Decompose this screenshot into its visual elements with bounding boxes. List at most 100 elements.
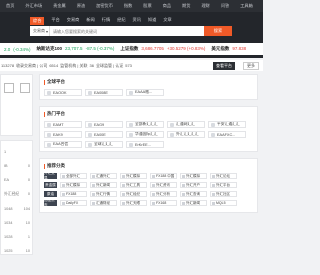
category-chip[interactable]: DailyFX [60, 200, 87, 206]
nav-item[interactable]: 加密货币 [96, 3, 113, 9]
more-button[interactable]: 更多 [243, 62, 259, 70]
broker-chip[interactable]: 华通国际汇汇 [126, 131, 164, 138]
broker-chip[interactable]: ErKrEE... [126, 141, 164, 148]
ticker-item[interactable]: 2.0 (-0.34%) [1, 47, 31, 52]
category-chip[interactable]: 外汇工具 [120, 182, 147, 188]
list-item[interactable]: 1 [1, 145, 32, 159]
ticker-item[interactable]: 上证指数 3,686.7705 +30.5279 (+0.83%) [120, 46, 205, 52]
site-logo-icon [92, 201, 95, 205]
nav-item[interactable]: 问答 [221, 3, 229, 9]
broker-logo-icon [47, 142, 51, 147]
search-tab[interactable]: 知道 [148, 17, 156, 25]
list-item[interactable]: 1034 10 [1, 216, 32, 230]
broker-chip[interactable]: EAAFXC... [208, 131, 246, 138]
broker-chip[interactable]: EA008E [85, 89, 123, 96]
search-tab[interactable]: 文章 [163, 17, 171, 25]
broker-chip[interactable]: 全球汇汇汇 [85, 141, 123, 148]
list-item[interactable]: IB 0 [1, 159, 32, 173]
site-logo-icon [122, 201, 125, 205]
category-chip[interactable]: 外汇平台 [210, 182, 237, 188]
search-scope-select[interactable]: 交易商 ▾ [30, 26, 50, 36]
broker-chip[interactable]: EAAA格... [126, 89, 164, 96]
search-tab[interactable]: 经纪 [117, 17, 125, 25]
broker-chip[interactable]: 汇通网汇汇 [167, 121, 205, 128]
list-item[interactable]: 1028 1 [1, 230, 32, 244]
category-chip[interactable]: 外汇行情 [90, 191, 117, 197]
category-tag[interactable]: 原油 [44, 191, 57, 197]
broker-logo-icon [47, 122, 51, 127]
category-chip[interactable]: MQL5 [210, 200, 237, 206]
broker-logo-icon [47, 90, 51, 95]
nav-item[interactable]: 理财 [201, 3, 209, 9]
right-content: 全球平台 EAOOK EA008E EAAA格... 热门平台 EAMT EAG… [39, 74, 263, 255]
search-input[interactable] [50, 28, 204, 34]
category-chip[interactable]: 外汇模拟 [60, 182, 87, 188]
nav-item[interactable]: 首页 [6, 3, 14, 9]
nav-item[interactable]: 股票 [143, 3, 151, 9]
search-tab[interactable]: 新闻 [86, 17, 94, 25]
category-chip[interactable]: 外汇查询 [180, 191, 207, 197]
nav-item[interactable]: 贵金属 [53, 3, 66, 9]
site-logo-icon [182, 192, 185, 196]
category-chip[interactable]: 外汇模拟 [180, 173, 207, 179]
list-item[interactable]: 1048 104 [1, 202, 32, 216]
category-tag[interactable]: 外汇交易 [44, 171, 57, 180]
broker-chip[interactable]: 平安汇通汇汇 [208, 121, 246, 128]
category-row: 加密货币 DailyFX 汇通财经 外汇天眼 FX168 外汇新闻 MQL5 [44, 198, 253, 207]
broker-chip[interactable]: 外汇汇汇汇汇 [167, 131, 205, 138]
recommended-section: 热门平台 EAMT EAG9 全部新汇汇汇 汇通网汇汇 平安汇通汇汇 EAK9 … [39, 106, 258, 152]
list-item[interactable]: 1025 10 [1, 244, 32, 258]
category-chip[interactable]: 外汇天眼 [120, 200, 147, 206]
category-chip[interactable]: 外汇模拟 [120, 173, 147, 179]
category-tag[interactable]: 加密货币 [44, 198, 57, 207]
search-button[interactable]: 搜索 [204, 26, 232, 36]
category-chip[interactable]: 外汇开户 [180, 182, 207, 188]
stat-value: 113278 [1, 63, 15, 68]
nav-item[interactable]: 工具箱 [240, 3, 253, 9]
category-chip[interactable]: 外汇经纪 [120, 191, 147, 197]
search-tab[interactable]: 交易商 [67, 17, 80, 25]
broker-chip[interactable]: EAG9 [85, 121, 123, 128]
nav-item[interactable]: 外汇市场 [25, 3, 42, 9]
category-chip[interactable]: 外汇新闻 [90, 182, 117, 188]
category-chip[interactable]: 外汇论坛 [210, 173, 237, 179]
stat-label: 全球监管 | 认证 [95, 62, 124, 68]
broker-chip[interactable]: EAK9 [44, 131, 82, 138]
search-tab[interactable]: 资讯 [133, 17, 141, 25]
list-item[interactable]: EA 0 [1, 173, 32, 187]
category-row: 原油 FX188 外汇行情 外汇经纪 外汇分析 外汇查询 外汇社区 [44, 191, 253, 197]
category-chip[interactable]: FX188 [60, 191, 87, 197]
ticker-change: +30.5279 (+0.83%) [166, 46, 206, 51]
category-chip[interactable]: 外汇资讯 [150, 182, 177, 188]
ticker-item[interactable]: 美元指数 97.838 [211, 46, 246, 52]
category-chip[interactable]: FX188 中国 [150, 173, 177, 179]
broker-chip[interactable]: EA00E [85, 131, 123, 138]
search-tab[interactable]: 综合 [30, 17, 45, 25]
broker-chip[interactable]: EAOOK [44, 89, 82, 96]
view-platform-button[interactable]: 查看平台 [213, 62, 235, 70]
ticker-item[interactable]: 纳斯达克100 23,707.5 -87.5 (-0.37%) [37, 46, 115, 52]
list-item[interactable]: 外汇经纪 0 [1, 187, 32, 202]
nav-item[interactable]: 商品 [163, 3, 171, 9]
category-chip[interactable]: 全部外汇 [60, 173, 87, 179]
nav-item[interactable]: 期货 [182, 3, 190, 9]
site-logo-icon [182, 183, 185, 187]
category-row: 贵金属 外汇模拟 外汇新闻 外汇工具 外汇资讯 外汇开户 外汇平台 [44, 182, 253, 188]
category-chip[interactable]: 外汇新闻 [180, 200, 207, 206]
nav-item[interactable]: 指数 [124, 3, 132, 9]
broker-chip[interactable]: EAA合信 [44, 141, 82, 148]
broker-chip[interactable]: EAMT [44, 121, 82, 128]
section-title: 全球平台 [44, 79, 253, 85]
search-tab[interactable]: 平台 [51, 17, 59, 25]
chevron-down-icon: ▾ [46, 28, 49, 34]
broker-chip[interactable]: 全部新汇汇汇 [126, 121, 164, 128]
search-tab[interactable]: 行情 [102, 17, 110, 25]
category-chip[interactable]: 外汇社区 [210, 191, 237, 197]
category-chip[interactable]: 汇通外汇 [90, 173, 117, 179]
hero-search-area: 综合 平台 交易商 新闻 行情 经纪 资讯 知道 文章 交易商 ▾ 搜索 2.0… [0, 12, 263, 58]
category-chip[interactable]: 汇通财经 [90, 200, 117, 206]
category-chip[interactable]: FX168 [150, 200, 177, 206]
category-chip[interactable]: 外汇分析 [150, 191, 177, 197]
nav-item[interactable]: 原油 [77, 3, 85, 9]
category-tag[interactable]: 贵金属 [44, 182, 57, 188]
